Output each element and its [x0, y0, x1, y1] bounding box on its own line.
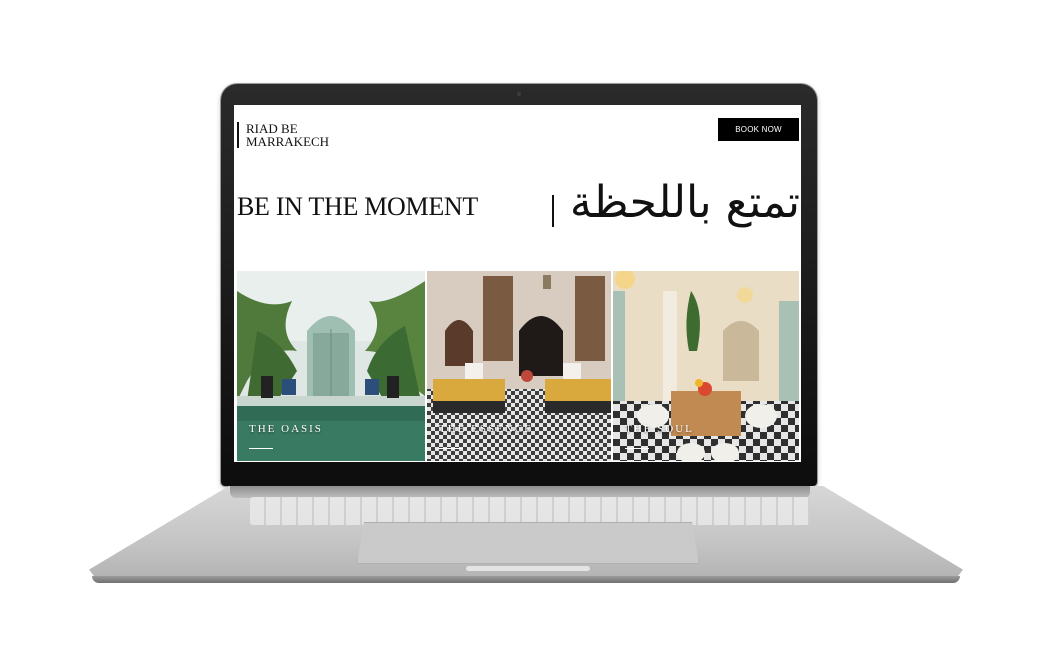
tile-label: THE SOUL — [625, 423, 694, 435]
laptop-front-edge — [92, 576, 960, 583]
tile-the-soul[interactable]: THE SOUL — [613, 271, 799, 461]
camera-icon — [517, 92, 521, 96]
headline-divider — [552, 195, 554, 227]
tile-underline — [625, 448, 649, 449]
laptop-screen: RIAD BE MARRAKECH BOOK NOW BE IN THE MOM… — [234, 105, 801, 462]
laptop-lid: RIAD BE MARRAKECH BOOK NOW BE IN THE MOM… — [221, 84, 817, 486]
book-now-button[interactable]: BOOK NOW — [718, 118, 799, 141]
site-logo[interactable]: RIAD BE MARRAKECH — [237, 122, 329, 148]
logo-line-2: MARRAKECH — [246, 134, 330, 149]
tile-the-oasis[interactable]: THE OASIS — [237, 271, 425, 461]
tile-label: THE ESSENCE — [439, 423, 533, 435]
tile-label: THE OASIS — [249, 423, 323, 435]
tile-underline — [249, 448, 273, 449]
laptop-keyboard — [250, 497, 810, 525]
tile-underline — [439, 448, 463, 449]
laptop-trackpad — [357, 522, 699, 564]
headline-arabic: تمتع باللحظة — [569, 177, 800, 228]
laptop-front-notch — [466, 566, 590, 571]
tile-the-essence[interactable]: THE ESSENCE — [427, 271, 611, 461]
headline: BE IN THE MOMENT — [237, 192, 478, 221]
